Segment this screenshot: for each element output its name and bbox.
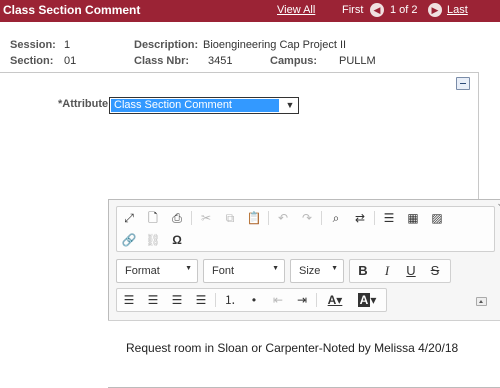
next-icon[interactable]: ▶ [428, 3, 442, 17]
editor-content-area[interactable]: Request room in Sloan or Carpenter-Noted… [108, 320, 500, 387]
session-value: 1 [64, 39, 71, 51]
toolbar-group-styles: B I U S [349, 259, 451, 283]
text-color-icon[interactable]: A▾ [322, 292, 348, 308]
toolbar-group-tools: ⤢ 🗋 ⎙ ✂ ⧉ 📋 ↶ ↷ ⌕ ⇄ ☰ ▦ ▨ 🔗 ⛓ Ω [116, 206, 495, 252]
align-right-icon[interactable]: ☰ [168, 292, 186, 308]
undo-icon[interactable]: ↶ [274, 210, 292, 226]
link-icon[interactable]: 🔗 [120, 232, 138, 248]
preview-icon[interactable]: 🗋 [144, 210, 162, 226]
italic-icon[interactable]: I [378, 263, 396, 279]
outdent-icon[interactable]: ⇤ [269, 292, 287, 308]
description-label: Description: [134, 39, 199, 51]
background-color-icon[interactable]: A ▾ [354, 292, 380, 308]
horizontal-rule-icon[interactable]: ☰ [380, 210, 398, 226]
indent-icon[interactable]: ⇥ [293, 292, 311, 308]
chevron-down-icon: ▼ [285, 100, 295, 110]
align-center-icon[interactable]: ☰ [144, 292, 162, 308]
search-icon[interactable]: ⌕ [327, 210, 345, 226]
section-title: Class Section Comment [3, 3, 141, 17]
section-header-bar: Class Section Comment View All First ◀ 1… [0, 0, 500, 22]
table-icon[interactable]: ▦ [404, 210, 422, 226]
class-nbr-label: Class Nbr: [134, 55, 190, 67]
format-dropdown-label: Format [125, 265, 160, 277]
bulleted-list-icon[interactable]: • [245, 292, 263, 308]
font-dropdown[interactable]: Font ▼ [203, 259, 285, 283]
underline-icon[interactable]: U [402, 263, 420, 279]
page-count: 1 of 2 [390, 4, 418, 16]
chevron-down-icon: ▼ [185, 265, 192, 272]
align-left-icon[interactable]: ☰ [120, 292, 138, 308]
section-value: 01 [64, 55, 77, 67]
replace-icon[interactable]: ⇄ [351, 210, 369, 226]
last-link[interactable]: Last [447, 4, 468, 16]
attribute-select[interactable]: Class Section Comment ▼ [109, 97, 299, 114]
strikethrough-icon[interactable]: S [426, 263, 444, 279]
toolbar-group-paragraph: ☰ ☰ ☰ ☰ ⒈ • ⇤ ⇥ A▾ A ▾ [116, 288, 387, 312]
comment-text: Request room in Sloan or Carpenter-Noted… [126, 341, 459, 355]
unlink-icon[interactable]: ⛓ [144, 232, 162, 248]
size-dropdown[interactable]: Size ▼ [290, 259, 344, 283]
maximize-icon[interactable]: ⤢ [120, 210, 138, 226]
chevron-down-icon: ▼ [272, 265, 279, 272]
size-dropdown-label: Size [299, 265, 321, 277]
format-dropdown[interactable]: Format ▼ [116, 259, 198, 283]
align-justify-icon[interactable]: ☰ [192, 292, 210, 308]
copy-icon[interactable]: ⧉ [221, 210, 239, 226]
chevron-down-icon: ▼ [331, 265, 338, 272]
first-link[interactable]: First [342, 4, 363, 16]
numbered-list-icon[interactable]: ⒈ [221, 292, 239, 308]
redo-icon[interactable]: ↷ [298, 210, 316, 226]
paste-icon[interactable]: 📋 [245, 210, 263, 226]
print-icon[interactable]: ⎙ [168, 210, 186, 226]
cut-icon[interactable]: ✂ [197, 210, 215, 226]
campus-value: PULLM [339, 55, 376, 67]
attribute-label: *Attribute [58, 98, 109, 110]
class-nbr-value: 3451 [208, 55, 233, 67]
collapse-toolbar-icon[interactable] [476, 297, 487, 306]
session-label: Session: [10, 39, 56, 51]
description-value: Bioengineering Cap Project II [203, 39, 347, 51]
section-label: Section: [10, 55, 54, 67]
campus-label: Campus: [270, 55, 318, 67]
font-dropdown-label: Font [212, 265, 235, 277]
view-all-link[interactable]: View All [277, 4, 315, 16]
previous-icon[interactable]: ◀ [370, 3, 384, 17]
collapse-icon[interactable] [456, 77, 470, 90]
bold-icon[interactable]: B [354, 263, 372, 279]
image-icon[interactable]: ▨ [428, 210, 446, 226]
special-character-icon[interactable]: Ω [168, 232, 186, 248]
attribute-selected-value: Class Section Comment [110, 98, 280, 113]
